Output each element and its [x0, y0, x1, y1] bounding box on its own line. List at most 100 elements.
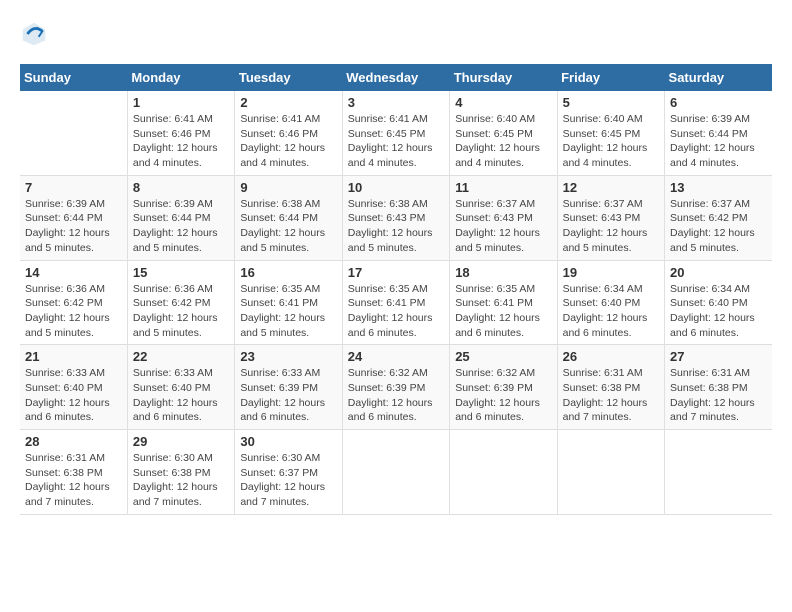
day-info: Sunrise: 6:41 AMSunset: 6:45 PMDaylight:…	[348, 112, 444, 171]
day-info: Sunrise: 6:30 AMSunset: 6:38 PMDaylight:…	[133, 451, 229, 510]
week-row: 21 Sunrise: 6:33 AMSunset: 6:40 PMDayligh…	[20, 345, 772, 430]
day-number: 1	[133, 95, 229, 110]
logo	[20, 20, 52, 48]
calendar-cell: 23 Sunrise: 6:33 AMSunset: 6:39 PMDayligh…	[235, 345, 342, 430]
day-info: Sunrise: 6:32 AMSunset: 6:39 PMDaylight:…	[348, 366, 444, 425]
header-row: SundayMondayTuesdayWednesdayThursdayFrid…	[20, 64, 772, 91]
day-number: 11	[455, 180, 551, 195]
day-number: 21	[25, 349, 122, 364]
day-number: 15	[133, 265, 229, 280]
calendar-cell: 24 Sunrise: 6:32 AMSunset: 6:39 PMDayligh…	[342, 345, 449, 430]
day-info: Sunrise: 6:30 AMSunset: 6:37 PMDaylight:…	[240, 451, 336, 510]
calendar-cell: 15 Sunrise: 6:36 AMSunset: 6:42 PMDayligh…	[127, 260, 234, 345]
day-info: Sunrise: 6:34 AMSunset: 6:40 PMDaylight:…	[670, 282, 767, 341]
day-info: Sunrise: 6:31 AMSunset: 6:38 PMDaylight:…	[563, 366, 659, 425]
calendar-body: 1 Sunrise: 6:41 AMSunset: 6:46 PMDaylight…	[20, 91, 772, 514]
day-number: 22	[133, 349, 229, 364]
calendar-cell: 19 Sunrise: 6:34 AMSunset: 6:40 PMDayligh…	[557, 260, 664, 345]
day-number: 6	[670, 95, 767, 110]
logo-icon	[20, 20, 48, 48]
day-info: Sunrise: 6:40 AMSunset: 6:45 PMDaylight:…	[455, 112, 551, 171]
day-number: 5	[563, 95, 659, 110]
calendar-table: SundayMondayTuesdayWednesdayThursdayFrid…	[20, 64, 772, 515]
header-day-saturday: Saturday	[665, 64, 772, 91]
day-number: 17	[348, 265, 444, 280]
calendar-cell: 3 Sunrise: 6:41 AMSunset: 6:45 PMDaylight…	[342, 91, 449, 175]
day-number: 3	[348, 95, 444, 110]
calendar-cell: 6 Sunrise: 6:39 AMSunset: 6:44 PMDaylight…	[665, 91, 772, 175]
day-number: 25	[455, 349, 551, 364]
calendar-cell: 8 Sunrise: 6:39 AMSunset: 6:44 PMDaylight…	[127, 175, 234, 260]
calendar-cell: 26 Sunrise: 6:31 AMSunset: 6:38 PMDayligh…	[557, 345, 664, 430]
header-day-friday: Friday	[557, 64, 664, 91]
header-day-thursday: Thursday	[450, 64, 557, 91]
day-info: Sunrise: 6:36 AMSunset: 6:42 PMDaylight:…	[25, 282, 122, 341]
day-info: Sunrise: 6:38 AMSunset: 6:43 PMDaylight:…	[348, 197, 444, 256]
calendar-cell	[342, 430, 449, 515]
calendar-cell: 29 Sunrise: 6:30 AMSunset: 6:38 PMDayligh…	[127, 430, 234, 515]
day-number: 8	[133, 180, 229, 195]
calendar-cell: 16 Sunrise: 6:35 AMSunset: 6:41 PMDayligh…	[235, 260, 342, 345]
day-number: 20	[670, 265, 767, 280]
day-number: 4	[455, 95, 551, 110]
day-number: 24	[348, 349, 444, 364]
day-number: 13	[670, 180, 767, 195]
calendar-cell: 14Sunrise: 6:36 AMSunset: 6:42 PMDayligh…	[20, 260, 127, 345]
calendar-cell: 28Sunrise: 6:31 AMSunset: 6:38 PMDayligh…	[20, 430, 127, 515]
calendar-cell: 7 Sunrise: 6:39 AMSunset: 6:44 PMDaylight…	[20, 175, 127, 260]
calendar-cell: 25 Sunrise: 6:32 AMSunset: 6:39 PMDayligh…	[450, 345, 557, 430]
day-info: Sunrise: 6:32 AMSunset: 6:39 PMDaylight:…	[455, 366, 551, 425]
calendar-header: SundayMondayTuesdayWednesdayThursdayFrid…	[20, 64, 772, 91]
day-info: Sunrise: 6:37 AMSunset: 6:42 PMDaylight:…	[670, 197, 767, 256]
day-info: Sunrise: 6:33 AMSunset: 6:40 PMDaylight:…	[133, 366, 229, 425]
calendar-cell: 12Sunrise: 6:37 AMSunset: 6:43 PMDayligh…	[557, 175, 664, 260]
day-info: Sunrise: 6:37 AMSunset: 6:43 PMDaylight:…	[563, 197, 659, 256]
calendar-cell: 18Sunrise: 6:35 AMSunset: 6:41 PMDayligh…	[450, 260, 557, 345]
day-info: Sunrise: 6:37 AMSunset: 6:43 PMDaylight:…	[455, 197, 551, 256]
day-number: 10	[348, 180, 444, 195]
day-info: Sunrise: 6:39 AMSunset: 6:44 PMDaylight:…	[25, 197, 122, 256]
day-info: Sunrise: 6:36 AMSunset: 6:42 PMDaylight:…	[133, 282, 229, 341]
day-info: Sunrise: 6:41 AMSunset: 6:46 PMDaylight:…	[240, 112, 336, 171]
header-day-sunday: Sunday	[20, 64, 127, 91]
day-number: 18	[455, 265, 551, 280]
day-info: Sunrise: 6:35 AMSunset: 6:41 PMDaylight:…	[240, 282, 336, 341]
calendar-cell: 5Sunrise: 6:40 AMSunset: 6:45 PMDaylight…	[557, 91, 664, 175]
day-number: 27	[670, 349, 767, 364]
page-header	[20, 20, 772, 48]
calendar-cell: 10 Sunrise: 6:38 AMSunset: 6:43 PMDayligh…	[342, 175, 449, 260]
day-number: 29	[133, 434, 229, 449]
day-info: Sunrise: 6:39 AMSunset: 6:44 PMDaylight:…	[133, 197, 229, 256]
calendar-cell: 20 Sunrise: 6:34 AMSunset: 6:40 PMDayligh…	[665, 260, 772, 345]
day-info: Sunrise: 6:34 AMSunset: 6:40 PMDaylight:…	[563, 282, 659, 341]
day-number: 7	[25, 180, 122, 195]
calendar-cell: 2 Sunrise: 6:41 AMSunset: 6:46 PMDaylight…	[235, 91, 342, 175]
header-day-monday: Monday	[127, 64, 234, 91]
week-row: 14Sunrise: 6:36 AMSunset: 6:42 PMDayligh…	[20, 260, 772, 345]
day-number: 26	[563, 349, 659, 364]
day-number: 30	[240, 434, 336, 449]
header-day-tuesday: Tuesday	[235, 64, 342, 91]
day-info: Sunrise: 6:38 AMSunset: 6:44 PMDaylight:…	[240, 197, 336, 256]
calendar-cell: 17Sunrise: 6:35 AMSunset: 6:41 PMDayligh…	[342, 260, 449, 345]
day-number: 28	[25, 434, 122, 449]
calendar-cell: 30 Sunrise: 6:30 AMSunset: 6:37 PMDayligh…	[235, 430, 342, 515]
day-info: Sunrise: 6:31 AMSunset: 6:38 PMDaylight:…	[670, 366, 767, 425]
day-number: 19	[563, 265, 659, 280]
calendar-cell	[557, 430, 664, 515]
calendar-cell: 11 Sunrise: 6:37 AMSunset: 6:43 PMDayligh…	[450, 175, 557, 260]
header-day-wednesday: Wednesday	[342, 64, 449, 91]
day-info: Sunrise: 6:33 AMSunset: 6:39 PMDaylight:…	[240, 366, 336, 425]
day-info: Sunrise: 6:39 AMSunset: 6:44 PMDaylight:…	[670, 112, 767, 171]
week-row: 1 Sunrise: 6:41 AMSunset: 6:46 PMDaylight…	[20, 91, 772, 175]
week-row: 28Sunrise: 6:31 AMSunset: 6:38 PMDayligh…	[20, 430, 772, 515]
day-number: 16	[240, 265, 336, 280]
calendar-cell: 21 Sunrise: 6:33 AMSunset: 6:40 PMDayligh…	[20, 345, 127, 430]
calendar-cell: 1Sunrise: 6:41 AMSunset: 6:46 PMDaylight…	[127, 91, 234, 175]
day-info: Sunrise: 6:33 AMSunset: 6:40 PMDaylight:…	[25, 366, 122, 425]
calendar-cell: 27 Sunrise: 6:31 AMSunset: 6:38 PMDayligh…	[665, 345, 772, 430]
calendar-cell	[665, 430, 772, 515]
calendar-cell	[20, 91, 127, 175]
day-number: 23	[240, 349, 336, 364]
day-number: 2	[240, 95, 336, 110]
